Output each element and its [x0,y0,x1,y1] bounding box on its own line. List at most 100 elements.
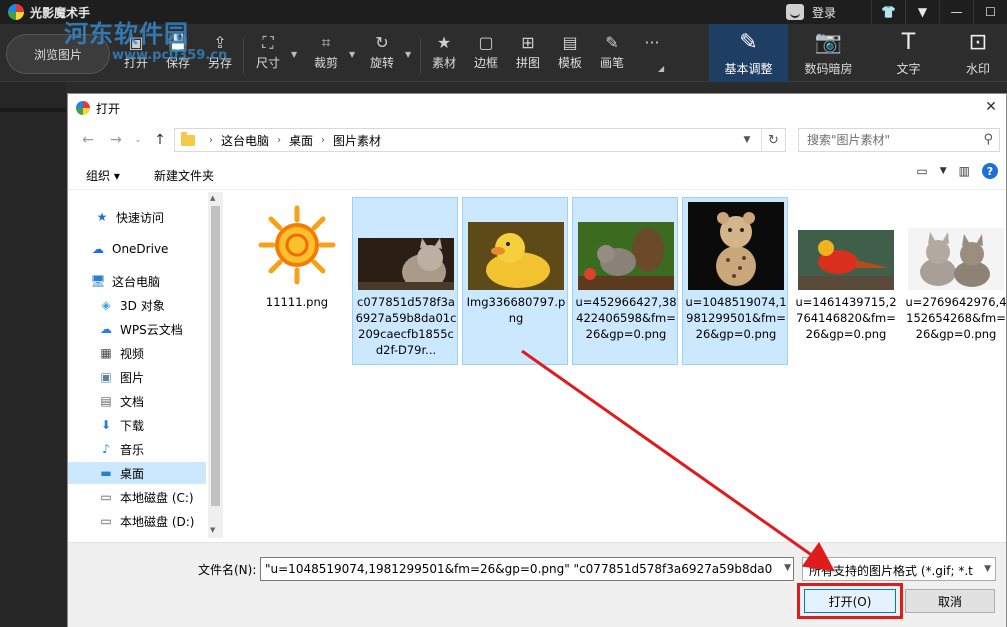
nav-scrollbar[interactable]: ▲ ▼ [208,192,223,538]
image-thumbnail [578,222,674,290]
preview-pane-icon[interactable]: ▥ [959,164,970,178]
chevron-down-icon[interactable]: ▼ [737,129,757,151]
rotate-tool-label: 旋转 [369,56,394,70]
brush-tool[interactable]: ✎ 画笔 [592,32,632,78]
refresh-icon[interactable]: ↻ [761,129,785,151]
help-icon[interactable]: ? [982,163,998,179]
crop-dropdown-icon[interactable]: ▼ [349,50,355,59]
nav-item-this-pc[interactable]: 🖥 这台电脑 [68,270,206,292]
video-icon: ▦ [100,346,112,360]
more-tool[interactable]: ··· [632,32,672,78]
file-item[interactable]: u=2769642976,4152654268&fm=26&gp=0.png [902,197,1006,365]
resize-tool[interactable]: ⛶ 尺寸 [248,32,288,78]
organize-button[interactable]: 组织 ▾ [86,167,120,184]
crop-tool-label: 裁剪 [313,56,338,70]
border-tool[interactable]: ▢ 边框 [466,32,506,78]
tab-digital-darkroom[interactable]: 📷 数码暗房 [789,24,868,82]
nav-item-videos[interactable]: ▦ 视频 [68,342,206,364]
breadcrumb-image-folder[interactable]: 图片素材 [333,132,381,149]
template-icon: ▤ [562,33,578,52]
open-dialog: 打开 ✕ ← → ⌄ ↑ › 这台电脑 › 桌面 › 图片素材 ▼ ↻ ⚲ 组织… [67,93,1007,627]
login-button[interactable]: 登录 [786,2,836,22]
music-icon: ♪ [102,442,110,456]
scroll-up-icon[interactable]: ▲ [210,194,215,202]
search-input[interactable] [799,129,969,151]
file-name: u=2769642976,4152654268&fm=26&gp=0.png [905,295,1006,341]
close-icon[interactable]: ✕ [980,96,1002,118]
resize-dropdown-icon[interactable]: ▼ [291,50,297,59]
tab-watermark[interactable]: ⊡ 水印 [949,24,1007,82]
rotate-dropdown-icon[interactable]: ▼ [405,50,411,59]
scrollbar-thumb[interactable] [211,206,220,506]
toolbar-divider [243,38,244,74]
nav-item-downloads[interactable]: ⬇ 下载 [68,414,206,436]
nav-item-wps-cloud[interactable]: ☁ WPS云文档 [68,318,206,340]
forward-arrow-icon[interactable]: → [106,130,126,150]
file-item-selected[interactable]: c077851d578f3a6927a59b8da01c209caecfb185… [352,197,458,365]
resize-tool-label: 尺寸 [255,56,280,70]
crop-tool[interactable]: ⌗ 裁剪 [306,32,346,78]
filetype-select[interactable]: 所有支持的图片格式 (*.gif; *.tif ▼ [802,557,996,581]
nav-item-music[interactable]: ♪ 音乐 [68,438,206,460]
file-item[interactable]: 11111.png [243,197,349,365]
breadcrumb-this-pc[interactable]: 这台电脑 [221,132,269,149]
filename-input[interactable] [261,558,773,580]
site-watermark-url: www.pc0359.cn [112,48,228,63]
new-folder-button[interactable]: 新建文件夹 [154,167,214,184]
search-icon[interactable]: ⚲ [983,132,993,147]
nav-item-documents[interactable]: ▤ 文档 [68,390,206,412]
nav-item-desktop[interactable]: ▬ 桌面 [68,462,206,484]
filetype-value: 所有支持的图片格式 (*.gif; *.tif [809,564,973,578]
tab-text[interactable]: T 文字 [869,24,948,82]
more-expand-icon[interactable]: ◢ [658,64,664,73]
chevron-down-icon[interactable]: ▼ [905,0,939,24]
download-icon: ⬇ [100,418,112,432]
nav-item-pictures[interactable]: ▣ 图片 [68,366,206,388]
toolbar-divider [420,38,421,74]
view-dropdown-icon[interactable]: ▼ [940,166,947,176]
file-item-selected[interactable]: Img336680797.png [462,197,568,365]
file-item-selected[interactable]: u=1048519074,1981299501&fm=26&gp=0.png [682,197,788,365]
nav-item-onedrive[interactable]: ☁ OneDrive [68,238,206,260]
filename-field-box: ▼ [260,557,794,581]
nav-item-drive-d[interactable]: ▭ 本地磁盘 (D:) [68,510,206,532]
drive-d-icon: ▭ [100,514,112,528]
tab-digital-darkroom-label: 数码暗房 [804,62,853,76]
tab-text-label: 文字 [896,62,921,76]
nav-item-3d-objects[interactable]: ◈ 3D 对象 [68,294,206,316]
file-name: u=1048519074,1981299501&fm=26&gp=0.png [685,295,787,341]
desktop-icon: ▬ [100,466,112,480]
recent-locations-icon[interactable]: ⌄ [128,130,148,150]
collage-tool[interactable]: ⊞ 拼图 [508,32,548,78]
scroll-down-icon[interactable]: ▼ [210,526,215,534]
material-tool[interactable]: ★ 素材 [424,32,464,78]
cancel-button[interactable]: 取消 [905,589,995,613]
address-bar[interactable]: › 这台电脑 › 桌面 › 图片素材 ▼ ↻ [174,128,786,152]
login-label: 登录 [812,5,837,20]
minimize-icon[interactable]: — [939,0,973,24]
shirt-icon[interactable]: 👕 [871,0,905,24]
nav-item-label: 桌面 [120,466,145,481]
rotate-tool[interactable]: ↻ 旋转 [362,32,402,78]
nav-item-label: 本地磁盘 (D:) [120,514,195,529]
back-arrow-icon[interactable]: ← [78,130,98,150]
nav-item-drive-c[interactable]: ▭ 本地磁盘 (C:) [68,486,206,508]
document-icon: ▤ [100,394,112,408]
drive-c-icon: ▭ [100,490,112,504]
up-arrow-icon[interactable]: ↑ [150,130,170,150]
breadcrumb-desktop[interactable]: 桌面 [289,132,313,149]
chevron-right-icon[interactable]: › [209,135,213,146]
file-item-selected[interactable]: u=452966427,38422406598&fm=26&gp=0.png [572,197,678,365]
chevron-down-icon[interactable]: ▼ [784,563,791,573]
image-thumbnail [798,230,894,290]
tab-basic-adjust[interactable]: ✎ 基本调整 [709,24,788,82]
view-mode-icon[interactable]: ▭ [916,164,927,178]
dialog-footer: 文件名(N): ▼ 所有支持的图片格式 (*.gif; *.tif ▼ 打开(O… [68,542,1006,627]
template-tool[interactable]: ▤ 模板 [550,32,590,78]
material-tool-label: 素材 [431,56,456,70]
chevron-right-icon[interactable]: › [321,135,325,146]
maximize-icon[interactable]: ☐ [973,0,1007,24]
chevron-right-icon[interactable]: › [277,135,281,146]
nav-item-quick-access[interactable]: ★ 快速访问 [68,206,206,228]
file-item[interactable]: u=1461439715,2764146820&fm=26&gp=0.png [792,197,898,365]
